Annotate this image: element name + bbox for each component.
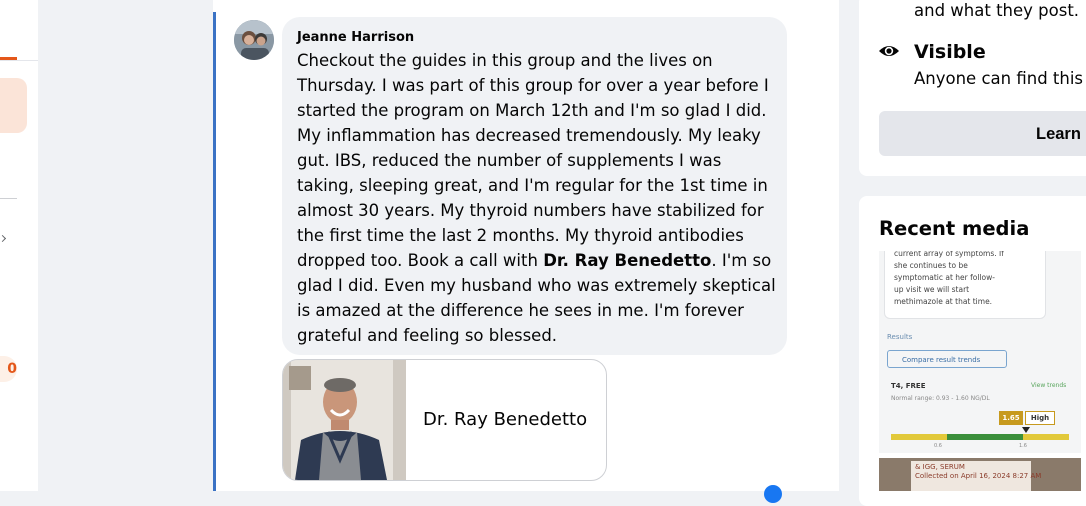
specimen-label-line: Collected on April 16, 2024 8:27 AM (915, 472, 1042, 480)
visibility-title: Visible (914, 41, 986, 63)
left-sidebar (0, 0, 38, 491)
profile-link-card[interactable]: Dr. Ray Benedetto (282, 359, 607, 481)
recent-media-title: Recent media (879, 217, 1030, 240)
comment-text-part: Checkout the guides in this group and th… (297, 51, 769, 270)
test-name: T4, FREE (891, 382, 926, 390)
profile-photo (283, 360, 406, 480)
range-tick-high: 1.6 (1019, 443, 1027, 449)
notification-count-badge[interactable]: 0 (0, 356, 17, 382)
normal-range: Normal range: 0.93 - 1.60 NG/DL (891, 395, 990, 402)
comment-text: Checkout the guides in this group and th… (297, 48, 781, 348)
range-tick-low: 0.6 (934, 443, 942, 449)
note-line: methimazole at that time. (894, 297, 993, 306)
link-card-title[interactable]: Dr. Ray Benedetto (423, 408, 587, 432)
comment-thread-line (213, 12, 216, 491)
comment-author[interactable]: Jeanne Harrison (297, 29, 414, 46)
note-line: symptomatic at her follow- (894, 273, 995, 282)
sidebar-selected-item[interactable] (0, 78, 27, 133)
result-flag: High (1025, 411, 1055, 425)
learn-more-button[interactable]: Learn (879, 111, 1086, 156)
learn-more-label: Learn (1036, 125, 1081, 143)
specimen-label: & IGG, SERUM Collected on April 16, 2024… (911, 461, 1042, 491)
value-marker-icon (1022, 427, 1030, 433)
sidebar-divider (0, 60, 38, 61)
specimen-label-line: & IGG, SERUM (915, 463, 965, 471)
sidebar-divider (0, 198, 17, 199)
commenter-avatar[interactable] (234, 20, 274, 60)
visibility-description: Anyone can find this (914, 69, 1084, 88)
note-line: up visit we will start (894, 285, 970, 294)
media-thumbnail[interactable]: & IGG, SERUM Collected on April 16, 2024… (879, 458, 1081, 491)
avatar-photo (234, 20, 274, 60)
media-thumbnail[interactable]: current array of symptoms. If she contin… (879, 251, 1081, 453)
range-bar (891, 434, 1069, 440)
privacy-description: and what they post. (914, 1, 1080, 20)
lab-result-screenshot: current array of symptoms. If she contin… (879, 251, 1081, 453)
result-value: 1.65 (999, 411, 1023, 425)
normal-range-segment (947, 434, 1023, 440)
compare-trends-button: Compare result trends (887, 350, 1007, 368)
reaction-icon[interactable] (764, 485, 782, 503)
results-label: Results (887, 333, 913, 341)
view-trends-link: View trends (1031, 382, 1067, 389)
eye-icon (879, 46, 899, 56)
note-line: current array of symptoms. If (894, 251, 1004, 258)
mention-link[interactable]: Dr. Ray Benedetto (543, 251, 711, 270)
note-line: she continues to be (894, 261, 968, 270)
